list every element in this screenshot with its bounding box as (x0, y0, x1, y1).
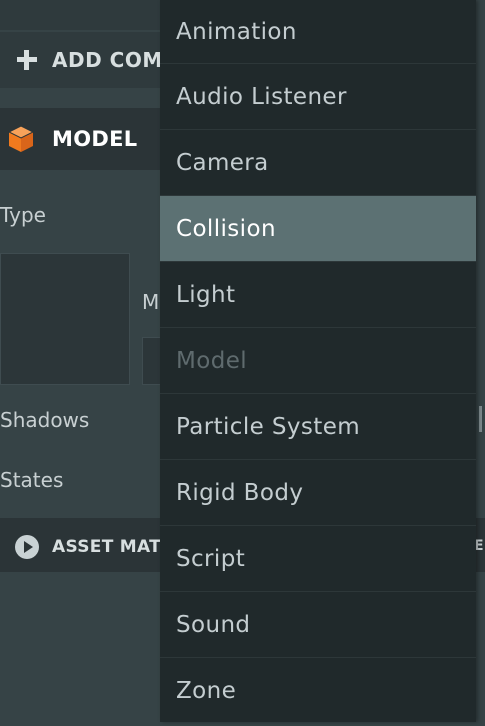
menu-item-model: Model (160, 328, 476, 394)
menu-item-zone[interactable]: Zone (160, 658, 476, 722)
play-circle-icon (15, 535, 39, 559)
menu-item-collision[interactable]: Collision (160, 196, 476, 262)
model-header-label: MODEL (52, 127, 138, 151)
menu-item-animation[interactable]: Animation (160, 0, 476, 64)
add-component-label: ADD COM (52, 48, 163, 72)
menu-item-rigid-body[interactable]: Rigid Body (160, 460, 476, 526)
asset-section-header: ASSET MAT (14, 534, 161, 560)
m-field-label: M (142, 290, 160, 314)
plus-icon (16, 49, 38, 71)
top-strip (0, 0, 170, 30)
menu-item-script[interactable]: Script (160, 526, 476, 592)
menu-item-particle-system[interactable]: Particle System (160, 394, 476, 460)
asset-section-label: ASSET MAT (52, 537, 162, 557)
scroll-handle[interactable] (479, 406, 482, 432)
menu-item-camera[interactable]: Camera (160, 130, 476, 196)
type-label: Type (0, 203, 46, 227)
model-preview (0, 253, 130, 385)
menu-item-sound[interactable]: Sound (160, 592, 476, 658)
states-label: States (0, 468, 64, 492)
add-component-button[interactable]: ADD COM (0, 32, 170, 88)
shadows-label: Shadows (0, 408, 90, 432)
menu-item-audio-listener[interactable]: Audio Listener (160, 64, 476, 130)
model-component-header[interactable]: MODEL (0, 108, 170, 170)
add-component-menu: Animation Audio Listener Camera Collisio… (160, 0, 476, 722)
menu-item-light[interactable]: Light (160, 262, 476, 328)
cube-icon (7, 125, 35, 152)
